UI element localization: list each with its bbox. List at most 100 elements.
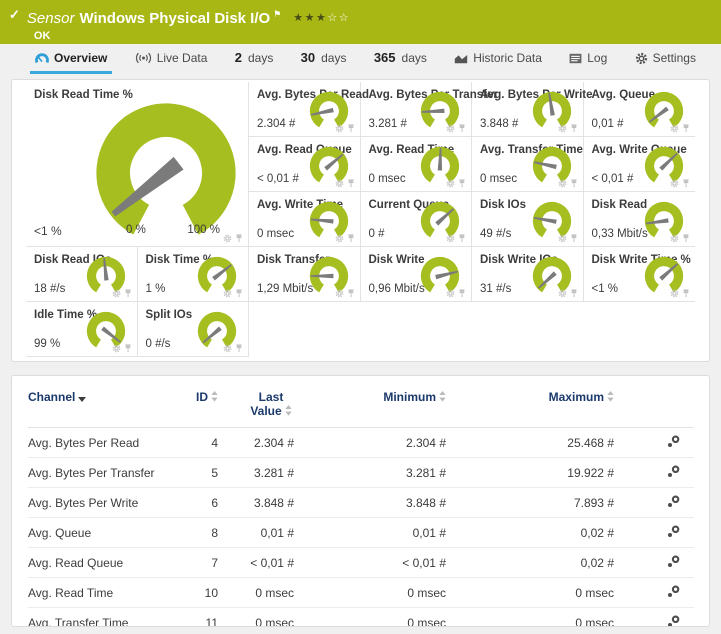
pin-icon[interactable] bbox=[458, 289, 466, 298]
star-empty-icon[interactable]: ☆ bbox=[327, 12, 338, 24]
star-filled-icon[interactable]: ★ bbox=[316, 12, 327, 24]
gauges-panel: Disk Read Time %0 %100 %<1 %Avg. Bytes P… bbox=[11, 79, 710, 362]
gear-icon[interactable] bbox=[446, 234, 455, 243]
cell-edit bbox=[614, 608, 694, 628]
gauge-dial bbox=[530, 199, 574, 239]
tab-365-days[interactable]: 365days bbox=[369, 47, 432, 74]
channel-settings-icon[interactable] bbox=[667, 585, 680, 598]
pin-icon[interactable] bbox=[682, 234, 690, 243]
cell-channel: Avg. Queue bbox=[28, 518, 180, 548]
gear-icon[interactable] bbox=[335, 124, 344, 133]
gauge-value: 2.304 # bbox=[257, 118, 295, 130]
channel-settings-icon[interactable] bbox=[667, 525, 680, 538]
gauge-scale: 0 %100 % bbox=[86, 224, 246, 236]
gauge-corner-icons bbox=[558, 179, 578, 188]
tab-live-data[interactable]: Live Data bbox=[130, 48, 213, 74]
pin-icon[interactable] bbox=[235, 344, 243, 353]
tab-bar: Overview Live Data 2days 30days 365days Histo… bbox=[0, 44, 721, 74]
cell-channel: Avg. Bytes Per Read bbox=[28, 428, 180, 458]
channel-settings-icon[interactable] bbox=[667, 615, 680, 628]
pin-icon[interactable] bbox=[682, 289, 690, 298]
gauge-value: 1,29 Mbit/s bbox=[257, 283, 313, 295]
gear-icon[interactable] bbox=[223, 289, 232, 298]
pin-icon[interactable] bbox=[682, 124, 690, 133]
tab-2-days[interactable]: 2days bbox=[230, 47, 279, 74]
gear-icon[interactable] bbox=[558, 124, 567, 133]
sensor-heading: SensorWindows Physical Disk I/O⚑★★★☆☆ OK bbox=[27, 5, 350, 42]
gear-icon[interactable] bbox=[112, 344, 121, 353]
gear-icon[interactable] bbox=[670, 234, 679, 243]
pin-icon[interactable] bbox=[458, 179, 466, 188]
column-header-id[interactable]: ID bbox=[180, 378, 218, 428]
channel-settings-icon[interactable] bbox=[667, 495, 680, 508]
gauge-corner-icons bbox=[335, 234, 355, 243]
column-header-min[interactable]: Minimum bbox=[294, 378, 446, 428]
star-empty-icon[interactable]: ☆ bbox=[339, 12, 350, 24]
gear-icon[interactable] bbox=[335, 234, 344, 243]
gear-icon[interactable] bbox=[112, 289, 121, 298]
gear-icon[interactable] bbox=[335, 179, 344, 188]
star-filled-icon[interactable]: ★ bbox=[305, 12, 316, 24]
gauge-value: 0 msec bbox=[257, 228, 294, 240]
histdata-icon bbox=[454, 53, 468, 64]
gear-icon[interactable] bbox=[558, 234, 567, 243]
pin-icon[interactable] bbox=[458, 234, 466, 243]
gear-icon[interactable] bbox=[670, 124, 679, 133]
pin-icon[interactable] bbox=[124, 344, 132, 353]
gauge-dial bbox=[84, 254, 128, 294]
pin-icon[interactable] bbox=[458, 124, 466, 133]
pin-icon[interactable] bbox=[570, 234, 578, 243]
column-header-last[interactable]: Last Value bbox=[218, 378, 294, 428]
gauge-tile: Avg. Read Time0 msec bbox=[361, 137, 473, 192]
pin-icon[interactable] bbox=[235, 234, 243, 243]
pin-icon[interactable] bbox=[570, 289, 578, 298]
gauge-corner-icons bbox=[446, 289, 466, 298]
pin-icon[interactable] bbox=[347, 234, 355, 243]
column-label: Last Value bbox=[250, 390, 283, 418]
gauge-corner-icons bbox=[446, 179, 466, 188]
tab-label: days bbox=[321, 51, 346, 65]
gear-icon[interactable] bbox=[223, 234, 232, 243]
gear-icon[interactable] bbox=[670, 289, 679, 298]
pin-icon[interactable] bbox=[347, 179, 355, 188]
channel-settings-icon[interactable] bbox=[667, 555, 680, 568]
pin-icon[interactable] bbox=[570, 124, 578, 133]
tab-log[interactable]: Log bbox=[564, 48, 612, 74]
gear-icon[interactable] bbox=[558, 289, 567, 298]
column-header-channel[interactable]: Channel bbox=[28, 378, 180, 428]
cell-id: 10 bbox=[180, 578, 218, 608]
gauge-value: 99 % bbox=[34, 338, 60, 350]
pin-icon[interactable] bbox=[682, 179, 690, 188]
pin-icon[interactable] bbox=[347, 124, 355, 133]
gear-icon[interactable] bbox=[223, 344, 232, 353]
cell-max: 0,02 # bbox=[446, 548, 614, 578]
gauge-corner-icons bbox=[335, 124, 355, 133]
tab-settings[interactable]: Settings bbox=[630, 48, 701, 74]
gauge-dial bbox=[84, 309, 128, 349]
gear-icon[interactable] bbox=[558, 179, 567, 188]
tab-overview[interactable]: Overview bbox=[30, 48, 112, 74]
gear-icon[interactable] bbox=[446, 179, 455, 188]
channel-settings-icon[interactable] bbox=[667, 435, 680, 448]
cell-channel: Avg. Bytes Per Write bbox=[28, 488, 180, 518]
gauge-value: <1 % bbox=[592, 283, 619, 295]
star-filled-icon[interactable]: ★ bbox=[293, 12, 304, 24]
gauge-dial bbox=[530, 254, 574, 294]
gear-icon[interactable] bbox=[446, 124, 455, 133]
gauge-corner-icons bbox=[670, 179, 690, 188]
gear-icon[interactable] bbox=[446, 289, 455, 298]
column-header-max[interactable]: Maximum bbox=[446, 378, 614, 428]
pin-icon[interactable] bbox=[347, 289, 355, 298]
flag-icon[interactable]: ⚑ bbox=[273, 9, 281, 19]
pin-icon[interactable] bbox=[124, 289, 132, 298]
gear-icon[interactable] bbox=[335, 289, 344, 298]
priority-stars[interactable]: ★★★☆☆ bbox=[293, 12, 350, 24]
pin-icon[interactable] bbox=[570, 179, 578, 188]
channel-settings-icon[interactable] bbox=[667, 465, 680, 478]
gauge-dial bbox=[307, 199, 351, 239]
pin-icon[interactable] bbox=[235, 289, 243, 298]
tab-historic-data[interactable]: Historic Data bbox=[449, 48, 547, 74]
gear-icon[interactable] bbox=[670, 179, 679, 188]
tab-30-days[interactable]: 30days bbox=[296, 47, 352, 74]
gauge-tile: Avg. Bytes Per Transfer3.281 # bbox=[361, 82, 473, 137]
